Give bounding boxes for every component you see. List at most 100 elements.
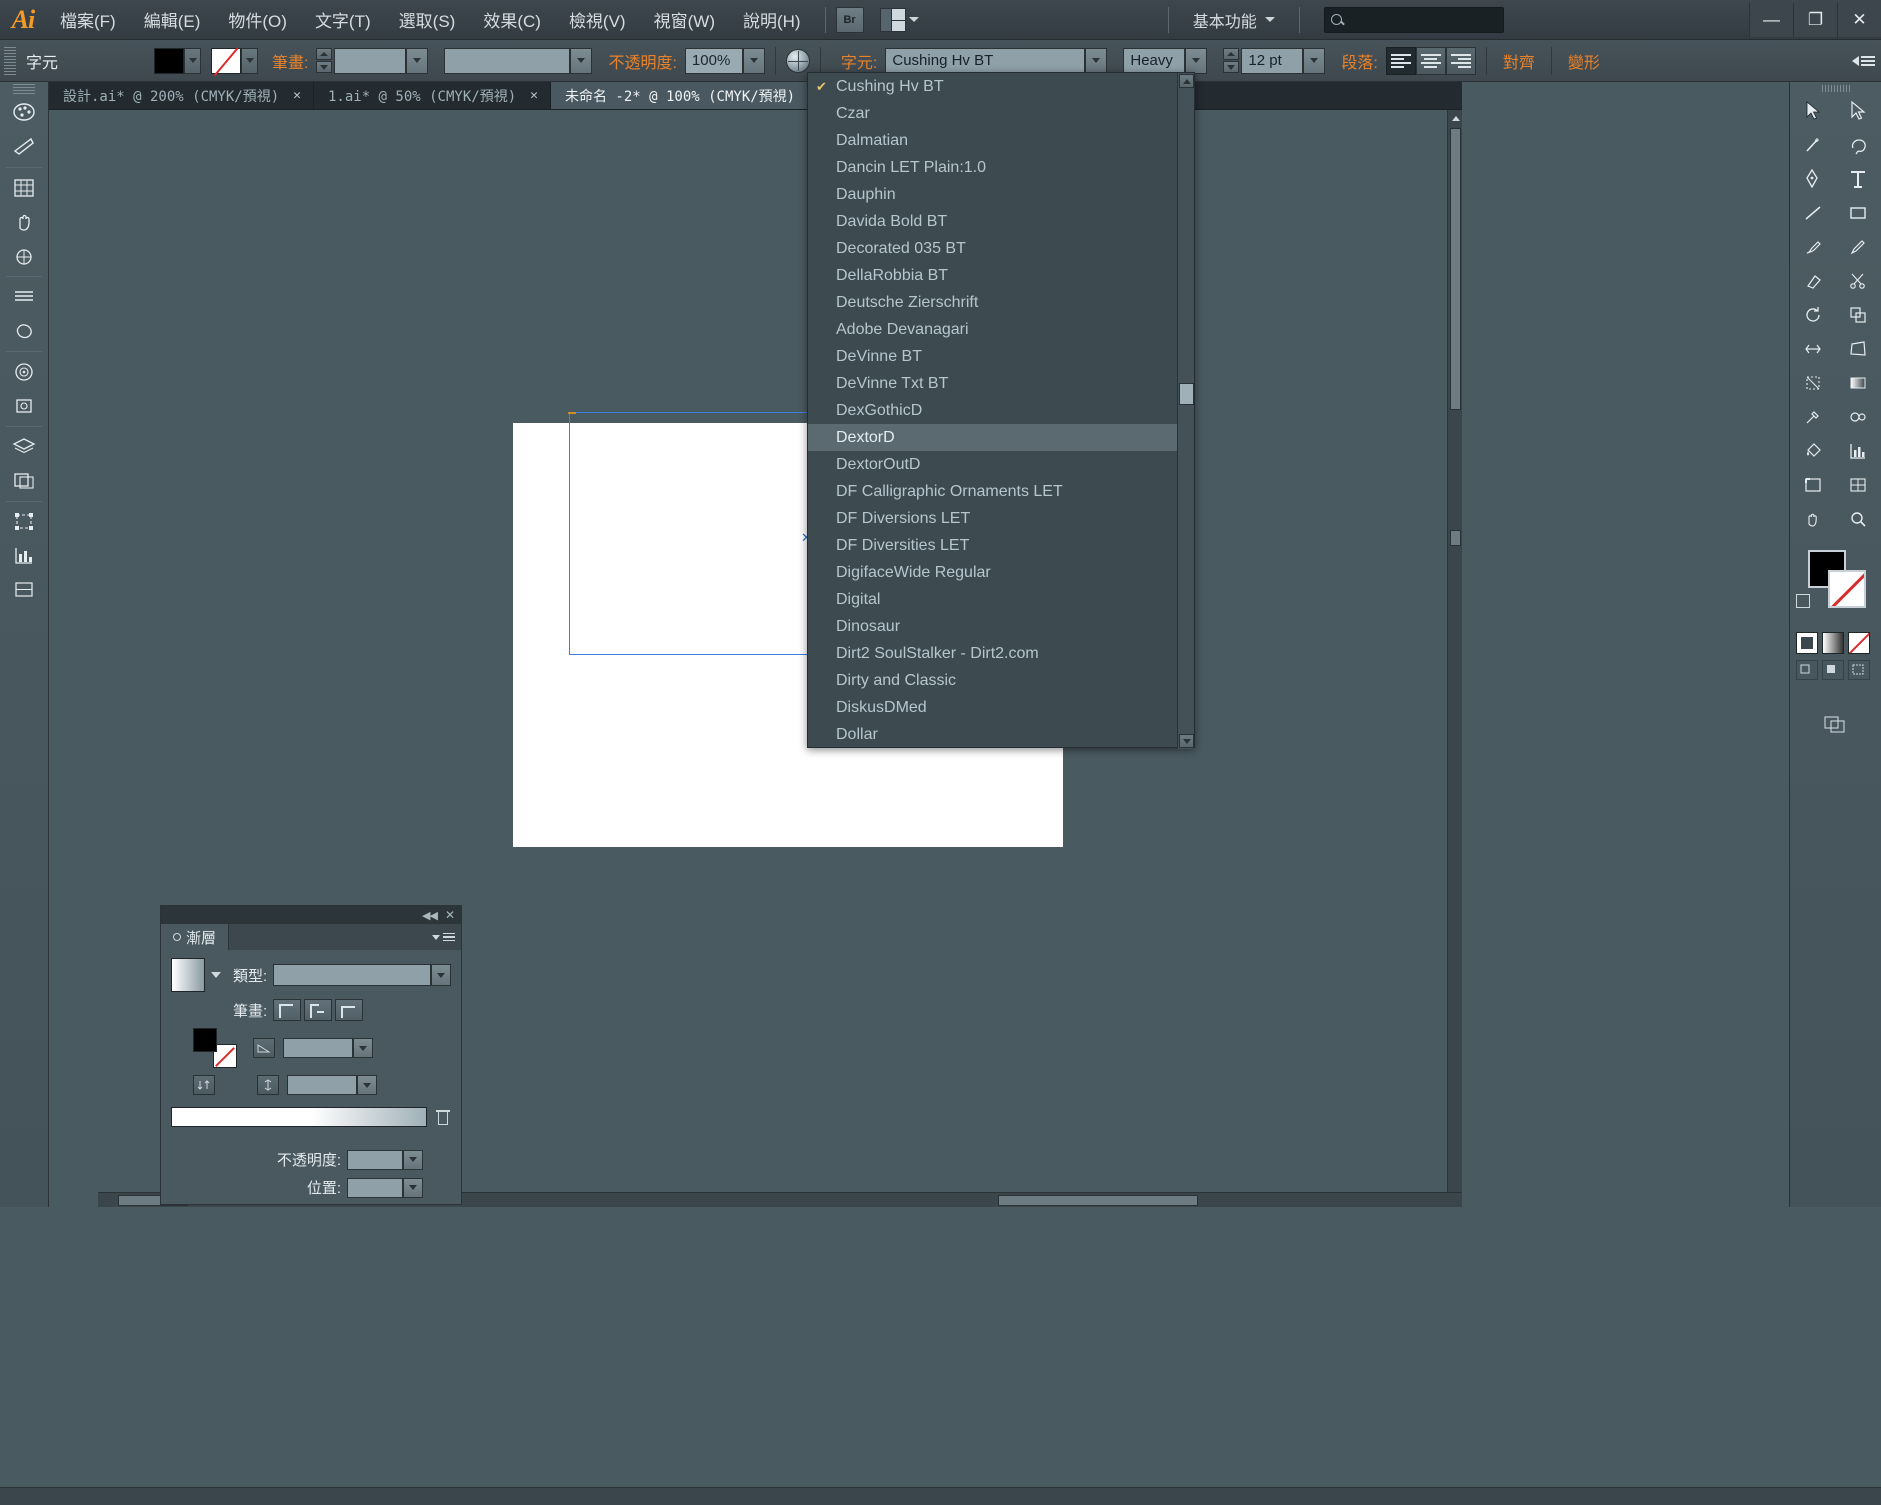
recolor-artwork-icon[interactable] (785, 48, 810, 73)
tool-type[interactable] (1836, 162, 1881, 196)
font-list-scroll-thumb[interactable] (1179, 383, 1194, 405)
gradient-opacity-dropdown[interactable] (403, 1149, 423, 1170)
font-list-item[interactable]: DF Diversions LET (808, 505, 1179, 532)
tool-graph[interactable] (1836, 434, 1881, 468)
document-tab-1[interactable]: 設計.ai* @ 200% (CMYK/預視) ✕ (49, 82, 314, 109)
minimize-button[interactable]: — (1748, 2, 1793, 37)
tool-layers[interactable] (0, 430, 48, 464)
tool-free-distort[interactable] (1836, 332, 1881, 366)
stepper-up-button[interactable] (1223, 48, 1240, 60)
collapse-panel-icon[interactable]: ◀◀ (422, 909, 438, 922)
tool-lasso[interactable] (1836, 128, 1881, 162)
font-size-field[interactable]: 12 pt (1241, 47, 1304, 74)
tool-scissors[interactable] (1836, 264, 1881, 298)
vertical-scroll-thumb[interactable] (1450, 128, 1461, 410)
gradient-type-field[interactable] (273, 964, 431, 986)
stroke-profile-field[interactable] (444, 47, 571, 74)
tool-live-paint[interactable] (0, 96, 48, 130)
tool-rotate[interactable] (1790, 298, 1836, 332)
tab-gradient[interactable]: 漸層 (161, 924, 230, 950)
tool-pen[interactable] (1790, 162, 1836, 196)
font-list-item[interactable]: Cushing Hv BT (808, 73, 1179, 100)
gradient-type-dropdown[interactable] (431, 964, 451, 986)
font-family-dropdown-list[interactable]: Cushing Hv BT Czar Dalmatian Dancin LET … (807, 72, 1195, 749)
tool-line-segment[interactable] (1790, 196, 1836, 230)
gradient-preview-swatch[interactable] (171, 958, 205, 992)
tool-eraser[interactable] (1790, 264, 1836, 298)
font-list-item[interactable]: DiskusDMed (808, 694, 1179, 721)
menu-help[interactable]: 說明(H) (729, 0, 815, 40)
font-list-item[interactable]: DextorOutD (808, 451, 1179, 478)
opacity-dropdown[interactable] (742, 47, 765, 74)
font-list-item[interactable]: Dollar (808, 721, 1179, 748)
menu-type[interactable]: 文字(T) (301, 0, 385, 40)
gradient-panel-titlebar[interactable]: ◀◀ ✕ (161, 906, 461, 924)
font-list-item[interactable]: DigifaceWide Regular (808, 559, 1179, 586)
tool-slice[interactable] (0, 573, 48, 607)
stroke-profile-dropdown[interactable] (570, 47, 593, 74)
font-list-item[interactable]: DellaRobbia BT (808, 262, 1179, 289)
font-list-item[interactable]: DexGothicD (808, 397, 1179, 424)
gradient-location-dropdown[interactable] (403, 1177, 423, 1198)
tab-close-icon[interactable]: ✕ (530, 88, 538, 103)
tool-slice-2[interactable] (1836, 468, 1881, 502)
swap-fill-stroke-icon[interactable] (1796, 594, 1810, 608)
font-list-item[interactable]: Decorated 035 BT (808, 235, 1179, 262)
stroke-weight-dropdown[interactable] (406, 47, 429, 74)
font-list-item[interactable]: DF Diversities LET (808, 532, 1179, 559)
tool-free-transform[interactable] (0, 505, 48, 539)
font-list-item[interactable]: Deutsche Zierschrift (808, 289, 1179, 316)
opacity-value-field[interactable]: 100% (684, 47, 743, 74)
control-bar-overflow-button[interactable] (1852, 55, 1875, 66)
restore-button[interactable]: ❐ (1792, 2, 1837, 37)
font-family-dropdown-button[interactable] (1085, 47, 1108, 74)
tool-zoom[interactable] (1836, 502, 1881, 536)
font-list-scroll-up-button[interactable] (1179, 74, 1194, 88)
panel-dock-grip[interactable] (1790, 82, 1881, 94)
gradient-panel-menu-button[interactable] (432, 924, 461, 950)
menu-select[interactable]: 選取(S) (385, 0, 470, 40)
menu-window[interactable]: 視窗(W) (640, 0, 729, 40)
menu-object[interactable]: 物件(O) (214, 0, 301, 40)
align-center-button[interactable] (1415, 46, 1446, 75)
menu-effect[interactable]: 效果(C) (469, 0, 555, 40)
scroll-up-arrow-icon[interactable] (1450, 112, 1461, 124)
font-list-scroll-down-button[interactable] (1179, 734, 1194, 748)
change-screen-mode-icon[interactable] (1812, 708, 1858, 742)
stroke-weight-stepper[interactable] (316, 48, 333, 73)
font-list-item-selected[interactable]: DextorD (808, 424, 1179, 451)
gradient-angle-dropdown[interactable] (353, 1038, 373, 1058)
font-list-item[interactable]: Digital (808, 586, 1179, 613)
color-mode-none-icon[interactable] (1848, 632, 1870, 654)
tool-artboard-2[interactable] (1790, 468, 1836, 502)
workspace-switcher[interactable]: 基本功能 (1193, 8, 1275, 32)
align-right-button[interactable] (1445, 46, 1476, 75)
font-list-item[interactable]: Dauphin (808, 181, 1179, 208)
drawing-mode-inside-icon[interactable] (1848, 660, 1870, 680)
tool-symbol-sprayer[interactable] (0, 389, 48, 423)
close-button[interactable]: ✕ (1836, 2, 1881, 37)
font-size-dropdown-button[interactable] (1303, 47, 1326, 74)
gradient-opacity-field[interactable] (347, 1149, 403, 1170)
vertical-scroll-marker[interactable] (1450, 530, 1461, 546)
tool-pencil[interactable] (1836, 230, 1881, 264)
stroke-dropdown-button[interactable] (241, 47, 259, 74)
gradient-aspect-dropdown[interactable] (357, 1075, 377, 1095)
font-list-item[interactable]: Dirt2 SoulStalker - Dirt2.com (808, 640, 1179, 667)
canvas-vertical-scrollbar[interactable] (1447, 110, 1462, 1207)
gradient-angle-field[interactable] (283, 1038, 353, 1058)
align-panel-button[interactable]: 對齊 (1503, 49, 1535, 73)
stroke-gradient-across-button[interactable] (335, 999, 364, 1021)
font-list-item[interactable]: Adobe Devanagari (808, 316, 1179, 343)
tool-gradient[interactable] (1836, 366, 1881, 400)
stroke-color-control[interactable] (211, 47, 259, 74)
document-tab-2[interactable]: 1.ai* @ 50% (CMYK/預視) ✕ (314, 82, 551, 109)
tool-scale[interactable] (1836, 298, 1881, 332)
menu-file[interactable]: 檔案(F) (46, 0, 130, 40)
font-family-field[interactable]: Cushing Hv BT (885, 47, 1086, 74)
document-tab-3[interactable]: 未命名 -2* @ 100% (CMYK/預視) ✕ (550, 82, 830, 109)
stepper-down-button[interactable] (1223, 61, 1240, 73)
font-list-scrollbar[interactable] (1177, 73, 1194, 749)
tool-live-paint-bucket[interactable] (1790, 434, 1836, 468)
font-style-field[interactable]: Heavy (1123, 47, 1186, 74)
